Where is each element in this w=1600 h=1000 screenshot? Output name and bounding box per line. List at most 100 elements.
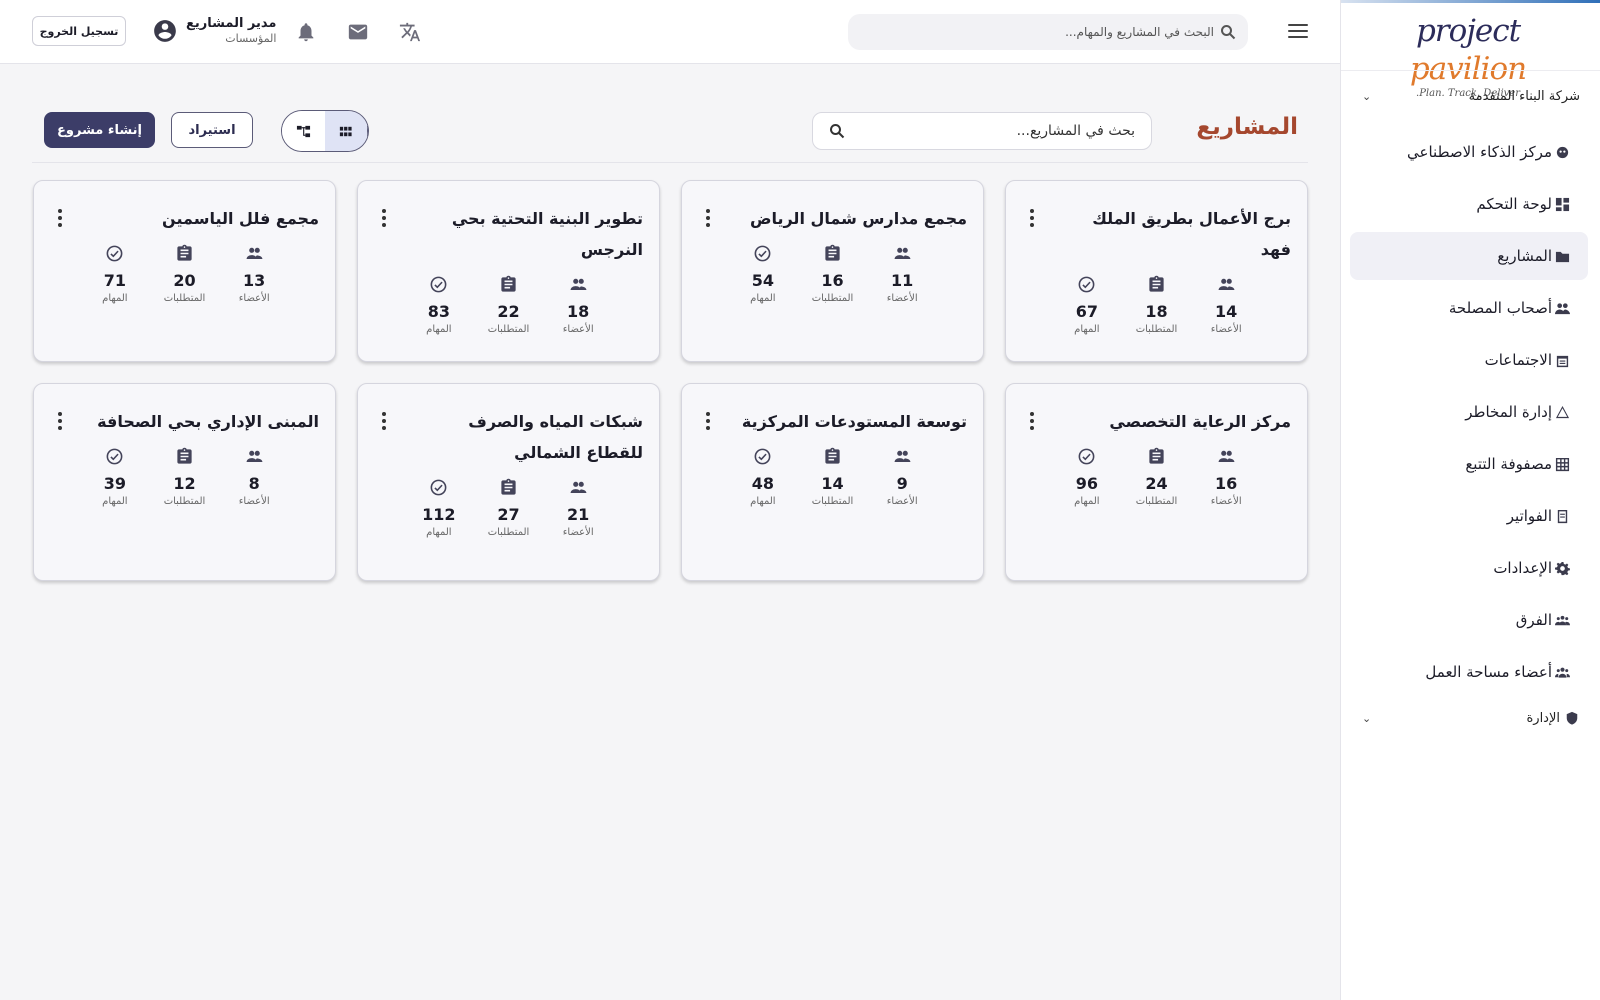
- sidebar-item-stakeholders[interactable]: أصحاب المصلحة: [1350, 284, 1588, 332]
- user-role: المؤسسات: [225, 32, 277, 45]
- requirements-count: 24: [1145, 474, 1168, 493]
- sidebar-nav: مركز الذكاء الاصطناعي لوحة التحكم المشار…: [1340, 128, 1600, 700]
- check-circle-icon: [753, 245, 772, 267]
- check-circle-icon: [753, 448, 772, 470]
- more-vert-icon[interactable]: [698, 206, 718, 230]
- folder-icon: [1554, 248, 1570, 264]
- project-card[interactable]: توسعة المستودعات المركزية 9 الأعضاء 14 المتط…: [681, 383, 984, 581]
- sidebar-item-label: إدارة المخاطر: [1465, 403, 1552, 421]
- tasks-count: 83: [427, 302, 450, 321]
- members-stat: 21 الأعضاء: [548, 478, 608, 538]
- more-vert-icon[interactable]: [50, 409, 70, 433]
- project-card[interactable]: تطوير البنية التحتية بحي النرجس 18 الأعضاء…: [357, 180, 660, 362]
- sidebar-item-settings[interactable]: الإعدادات: [1350, 544, 1588, 592]
- more-vert-icon[interactable]: [50, 206, 70, 230]
- company-name: شركة البناء المتقدمة: [1468, 88, 1580, 104]
- project-title: شبكات المياه والصرف للقطاع الشمالي: [468, 412, 643, 462]
- translate-icon[interactable]: [398, 20, 422, 44]
- bell-icon[interactable]: [294, 20, 318, 44]
- project-title: مجمع مدارس شمال الرياض: [749, 209, 967, 228]
- more-vert-icon[interactable]: [374, 206, 394, 230]
- people-icon: [1217, 278, 1236, 298]
- sidebar-item-risk-management[interactable]: إدارة المخاطر: [1350, 388, 1588, 436]
- members-label: الأعضاء: [562, 324, 594, 335]
- grid-view-button[interactable]: [324, 111, 368, 151]
- project-stats: 14 الأعضاء 18 المتطلبات 67 المهام: [1022, 275, 1291, 335]
- members-label: الأعضاء: [238, 496, 270, 507]
- more-vert-icon[interactable]: [1022, 409, 1042, 433]
- user-profile[interactable]: مدير المشاريع المؤسسات: [152, 16, 276, 45]
- mail-icon[interactable]: [346, 20, 370, 44]
- tasks-stat: 67 المهام: [1057, 275, 1117, 335]
- sidebar: project pavilion Plan. Track. Deliver. ش…: [1340, 0, 1600, 1000]
- more-vert-icon[interactable]: [698, 409, 718, 433]
- project-title: مركز الرعاية التخصصي: [1109, 412, 1291, 431]
- tasks-stat: 83 المهام: [409, 275, 469, 335]
- sidebar-item-projects[interactable]: المشاريع: [1350, 232, 1588, 280]
- project-card[interactable]: مجمع مدارس شمال الرياض 11 الأعضاء 16 المتطلب…: [681, 180, 984, 362]
- project-card[interactable]: مجمع فلل الياسمين 13 الأعضاء 20 المتطلبات 71 ا…: [33, 180, 336, 362]
- create-project-button[interactable]: إنشاء مشروع: [44, 112, 155, 148]
- clipboard-icon: [823, 244, 842, 267]
- projects-search[interactable]: [812, 112, 1152, 150]
- tasks-label: المهام: [1074, 324, 1100, 335]
- tasks-stat: 54 المهام: [733, 244, 793, 304]
- gear-icon: [1554, 560, 1570, 576]
- requirements-label: المتطلبات: [811, 496, 854, 507]
- sidebar-item-workspace-members[interactable]: أعضاء مساحة العمل: [1350, 648, 1588, 696]
- sidebar-item-traceability-matrix[interactable]: مصفوفة التتبع: [1350, 440, 1588, 488]
- project-title: تطوير البنية التحتية بحي النرجس: [451, 209, 643, 259]
- requirements-count: 27: [497, 505, 520, 524]
- global-search-input[interactable]: [874, 25, 1214, 39]
- requirements-count: 22: [497, 302, 520, 321]
- requirements-label: المتطلبات: [1135, 496, 1178, 507]
- project-card[interactable]: شبكات المياه والصرف للقطاع الشمالي 21 الأع…: [357, 383, 660, 581]
- hierarchy-view-button[interactable]: [282, 111, 325, 151]
- top-header: مدير المشاريع المؤسسات تسجيل الخروج: [0, 0, 1340, 64]
- members-label: الأعضاء: [562, 527, 594, 538]
- requirements-stat: 14 المتطلبات: [803, 447, 863, 507]
- hierarchy-view-icon: [296, 125, 310, 137]
- members-label: الأعضاء: [886, 496, 918, 507]
- menu-toggle-icon[interactable]: [1286, 20, 1310, 44]
- more-vert-icon[interactable]: [374, 409, 394, 433]
- sidebar-item-teams[interactable]: الفرق: [1350, 596, 1588, 644]
- members-count: 14: [1215, 302, 1238, 321]
- admin-label: الإدارة: [1526, 710, 1560, 726]
- members-count: 8: [248, 474, 260, 493]
- warning-icon: [1554, 404, 1570, 420]
- members-count: 9: [896, 474, 908, 493]
- sidebar-item-invoices[interactable]: الفواتير: [1350, 492, 1588, 540]
- requirements-stat: 18 المتطلبات: [1127, 275, 1187, 335]
- logout-button[interactable]: تسجيل الخروج: [32, 16, 126, 46]
- project-title: توسعة المستودعات المركزية: [741, 412, 967, 431]
- requirements-label: المتطلبات: [1135, 324, 1178, 335]
- project-stats: 16 الأعضاء 24 المتطلبات 96 المهام: [1022, 447, 1291, 507]
- sidebar-item-label: المشاريع: [1497, 247, 1552, 265]
- sidebar-item-label: أصحاب المصلحة: [1448, 299, 1552, 317]
- project-card[interactable]: مركز الرعاية التخصصي 16 الأعضاء 24 المتطلبات…: [1005, 383, 1308, 581]
- more-vert-icon[interactable]: [1022, 206, 1042, 230]
- project-card[interactable]: برج الأعمال بطريق الملك فهد 14 الأعضاء 18 ال…: [1005, 180, 1308, 362]
- grid-icon: [1554, 456, 1570, 472]
- members-stat: 9 الأعضاء: [872, 447, 932, 507]
- projects-search-input[interactable]: [853, 123, 1135, 139]
- sidebar-item-label: مركز الذكاء الاصطناعي: [1407, 143, 1552, 161]
- members-count: 16: [1215, 474, 1238, 493]
- requirements-label: المتطلبات: [163, 293, 206, 304]
- global-search[interactable]: [848, 14, 1248, 50]
- sidebar-item-label: الاجتماعات: [1484, 351, 1552, 369]
- members-stat: 11 الأعضاء: [872, 244, 932, 304]
- project-card[interactable]: المبنى الإداري بحي الصحافة 8 الأعضاء 12 المت…: [33, 383, 336, 581]
- clipboard-icon: [499, 275, 518, 298]
- import-button[interactable]: استيراد: [171, 112, 253, 148]
- sidebar-item-admin[interactable]: الإدارة ⌄: [1362, 706, 1580, 730]
- tasks-stat: 39 المهام: [85, 447, 145, 507]
- requirements-count: 16: [821, 271, 844, 290]
- sidebar-item-meetings[interactable]: الاجتماعات: [1350, 336, 1588, 384]
- sidebar-item-ai-center[interactable]: مركز الذكاء الاصطناعي: [1350, 128, 1588, 176]
- company-selector[interactable]: شركة البناء المتقدمة ⌄: [1362, 84, 1580, 108]
- sidebar-item-dashboard[interactable]: لوحة التحكم: [1350, 180, 1588, 228]
- tasks-label: المهام: [426, 324, 452, 335]
- search-icon: [1221, 25, 1236, 40]
